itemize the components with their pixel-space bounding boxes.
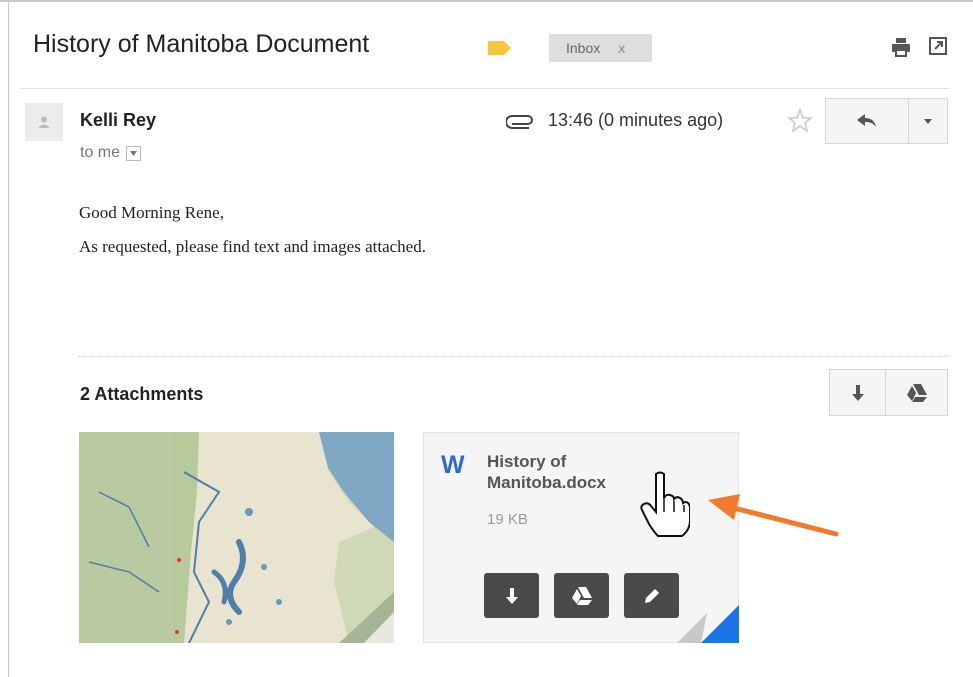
hand-cursor-icon (640, 471, 690, 537)
inbox-label-text: Inbox (566, 40, 601, 56)
paperclip-icon (506, 115, 533, 129)
header-divider (20, 88, 950, 89)
sender-avatar[interactable] (25, 103, 63, 141)
orange-arrow (708, 494, 839, 537)
download-icon (505, 587, 518, 604)
reply-button[interactable] (825, 98, 909, 144)
body-line: Good Morning Rene, (79, 203, 224, 222)
show-details-button[interactable] (126, 145, 142, 161)
edit-attachment-button[interactable] (624, 573, 679, 618)
email-subject: History of Manitoba Document (33, 30, 370, 58)
person-icon (38, 116, 50, 128)
more-options-button[interactable] (908, 98, 948, 144)
download-icon (851, 384, 864, 401)
new-window-icon[interactable] (928, 36, 948, 56)
message-timestamp: 13:46 (0 minutes ago) (548, 110, 724, 130)
download-all-button[interactable] (829, 369, 886, 416)
manitoba-map-image (79, 432, 394, 643)
map-image-attachment[interactable] (79, 432, 394, 643)
file-corner-fold (677, 605, 739, 643)
reply-icon (857, 114, 876, 127)
recipient-text: to me (80, 144, 121, 161)
word-icon: W (441, 451, 465, 479)
download-attachment-button[interactable] (484, 573, 539, 618)
print-icon[interactable] (890, 36, 912, 58)
inbox-label-chip[interactable]: Inbox x (549, 34, 652, 62)
caret-down-icon (130, 150, 138, 156)
attachment-size: 19 KB (487, 511, 528, 528)
docx-attachment-card[interactable]: W History of Manitoba.docx 19 KB (423, 432, 739, 643)
message-body: Good Morning Rene, As requested, please … (79, 196, 426, 264)
star-icon[interactable] (787, 108, 813, 134)
save-all-to-drive-button[interactable] (885, 369, 948, 416)
drive-icon (906, 383, 927, 402)
drive-icon (571, 586, 592, 605)
chevron-down-icon (924, 118, 932, 124)
label-tag-icon[interactable] (487, 39, 513, 57)
recipient-line: to me (80, 144, 142, 162)
attachments-divider (78, 356, 948, 357)
attachments-count: 2 Attachments (80, 384, 204, 404)
pencil-icon (644, 588, 659, 603)
save-to-drive-button[interactable] (554, 573, 609, 618)
sender-name[interactable]: Kelli Rey (80, 110, 156, 131)
window-top-border (0, 0, 973, 2)
window-left-border (8, 0, 9, 677)
remove-label-button[interactable]: x (618, 40, 625, 56)
body-line: As requested, please find text and image… (79, 237, 426, 256)
